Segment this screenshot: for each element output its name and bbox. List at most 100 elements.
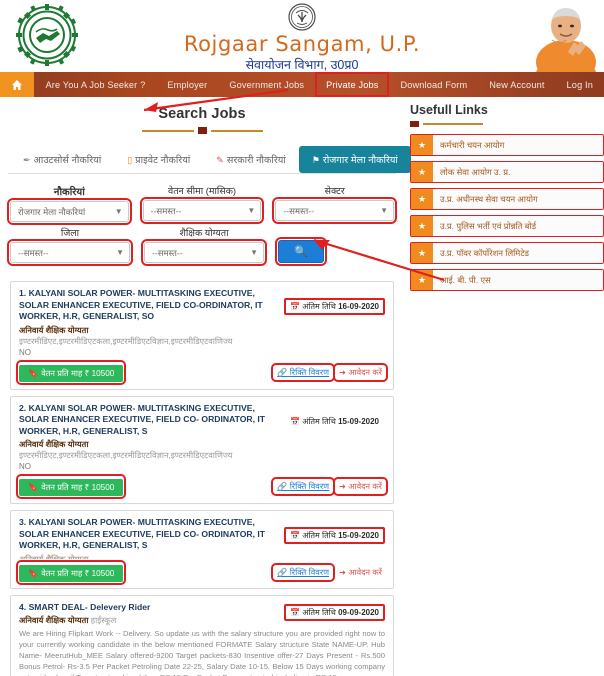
field-education: शैक्षिक योग्यता --समस्त-- ▼	[141, 226, 267, 266]
useful-link-item[interactable]: ★ उ.प्र. पॉवर कॉर्पोरेशन लिमिटेड	[410, 242, 604, 264]
field-jobs-label: नौकरियां	[53, 187, 85, 198]
salary-select[interactable]: --समस्त-- ▼	[139, 197, 265, 224]
nav-item-download-form[interactable]: Download Form	[389, 72, 478, 97]
star-icon: ★	[411, 189, 433, 209]
useful-link-item[interactable]: ★ उ.प्र. अधीनस्थ सेवा चयन आयोग	[410, 188, 604, 210]
salary-badge-wrap: 🔖 वेतन प्रति माह ₹ 10500	[15, 474, 127, 499]
tab-government-label: सरकारी नौकरियां	[226, 155, 286, 166]
page-root: Rojgaar Sangam, U.P. सेवायोजन विभाग, उ0प…	[0, 0, 604, 676]
useful-link-label: लोक सेवा आयोग उ. प्र.	[433, 162, 603, 182]
nav-item-new-account[interactable]: New Account	[478, 72, 555, 97]
detail-link-label: रिक्ति विवरण	[289, 567, 330, 577]
job-card[interactable]: 2. KALYANI SOLAR POWER- MULTITASKING EXE…	[10, 395, 394, 504]
job-title-text: KALYANI SOLAR POWER- MULTITASKING EXECUT…	[19, 402, 266, 436]
apply-link-label: आवेदन करें	[348, 367, 382, 377]
deadline-date: 15-09-2020	[338, 416, 379, 426]
chevron-down-icon: ▼	[380, 205, 389, 215]
job-index: 4.	[19, 601, 27, 612]
chevron-down-icon: ▼	[114, 206, 123, 216]
flag-icon: ⚑	[311, 155, 320, 165]
apply-link-label: आवेदन करें	[348, 567, 382, 577]
salary-label: वेतन प्रति माह	[41, 568, 83, 578]
salary-value: 10500	[91, 483, 115, 492]
nav-item-log-in[interactable]: Log In	[556, 72, 604, 97]
useful-link-label: उ.प्र. अधीनस्थ सेवा चयन आयोग	[433, 189, 603, 209]
deadline-label: अंतिम तिथि	[302, 531, 336, 540]
field-sector-label: सेक्टर	[324, 185, 345, 196]
useful-link-item[interactable]: ★ लोक सेवा आयोग उ. प्र.	[410, 161, 604, 183]
useful-link-label: उ.प्र. पुलिस भर्ती एवं प्रोन्नति बोर्ड	[433, 216, 603, 236]
rupee-tag-icon: 🔖	[28, 368, 39, 378]
nav-item-government-jobs[interactable]: Government Jobs	[218, 72, 315, 97]
deadline-badge: 📅 अंतिम तिथि 16-09-2020	[284, 298, 385, 315]
search-button[interactable]: 🔍	[275, 237, 327, 266]
star-icon: ★	[411, 162, 433, 182]
arrow-icon: ➜	[339, 482, 346, 491]
job-card[interactable]: 1. KALYANI SOLAR POWER- MULTITASKING EXE…	[10, 281, 394, 390]
site-header: Rojgaar Sangam, U.P. सेवायोजन विभाग, उ0प…	[0, 0, 604, 72]
currency-symbol: ₹	[84, 368, 90, 378]
job-note: NO	[19, 462, 31, 471]
district-select[interactable]: --समस्त-- ▼	[7, 239, 133, 266]
tab-outsource-jobs[interactable]: ✒ आउटसोर्स नौकरियां	[10, 146, 114, 173]
salary-value: 10500	[91, 368, 115, 378]
useful-link-item[interactable]: ★ कर्मचारी चयन आयोग	[410, 134, 604, 156]
link-icon: 🔗	[277, 567, 288, 577]
jobs-select[interactable]: रोजगार मेला नौकरियां ▼	[7, 198, 132, 225]
useful-link-item[interactable]: ★ उ.प्र. पुलिस भर्ती एवं प्रोन्नति बोर्ड	[410, 215, 604, 237]
education-select[interactable]: --समस्त-- ▼	[141, 239, 267, 266]
link-icon: 🔗	[277, 482, 288, 491]
star-icon: ★	[411, 270, 433, 290]
vacancy-detail-link[interactable]: 🔗 रिक्ति विवरण	[271, 362, 336, 382]
tab-government-jobs[interactable]: ✎ सरकारी नौकरियां	[203, 146, 299, 173]
sector-select[interactable]: --समस्त-- ▼	[272, 197, 398, 224]
job-card[interactable]: 4. SMART DEAL- Delevery Rider अनिवार्य श…	[10, 594, 394, 676]
star-icon: ★	[411, 243, 433, 263]
rupee-tag-icon: 🔖	[28, 568, 39, 578]
search-icon: 🔍	[294, 246, 308, 258]
apply-link[interactable]: ➜ आवेदन करें	[336, 566, 385, 579]
field-district: जिला --समस्त-- ▼	[7, 226, 133, 266]
deadline-label: अंतिम तिथि	[302, 416, 336, 426]
tab-private-jobs[interactable]: ▯ प्राइवेट नौकरियां	[114, 146, 203, 173]
main-navigation: Are You A Job Seeker ? Employer Governme…	[0, 72, 604, 97]
job-qualification: अनिवार्य शैक्षिक योग्यता इण्टरमीडिएट,इण्…	[19, 325, 385, 347]
salary-label: वेतन प्रति माह	[41, 368, 83, 378]
nav-item-job-seeker[interactable]: Are You A Job Seeker ?	[34, 72, 156, 97]
arrow-icon: ➜	[339, 567, 346, 577]
chevron-down-icon: ▼	[247, 205, 256, 215]
job-results-list: 1. KALYANI SOLAR POWER- MULTITASKING EXE…	[8, 275, 396, 676]
search-button-wrap: 🔍	[275, 226, 327, 266]
vacancy-detail-link[interactable]: 🔗 रिक्ति विवरण	[271, 477, 336, 496]
field-sector: सेक्टर --समस्त-- ▼	[272, 184, 398, 224]
vacancy-detail-link[interactable]: 🔗 रिक्ति विवरण	[271, 562, 336, 582]
apply-link-label: आवेदन करें	[348, 482, 382, 491]
nav-item-employer[interactable]: Employer	[156, 72, 218, 97]
apply-link[interactable]: ➜ आवेदन करें	[333, 477, 388, 496]
deadline-badge: 📅 अंतिम तिथि 15-09-2020	[284, 412, 385, 430]
chevron-down-icon: ▼	[116, 247, 124, 257]
tab-rojgaar-mela-jobs[interactable]: ⚑ रोजगार मेला नौकरियां	[298, 146, 411, 173]
job-card[interactable]: 3. KALYANI SOLAR POWER- MULTITASKING EXE…	[10, 510, 394, 589]
apply-link[interactable]: ➜ आवेदन करें	[333, 362, 388, 382]
job-title-text: KALYANI SOLAR POWER- MULTITASKING EXECUT…	[19, 288, 263, 321]
salary-badge: 🔖 वेतन प्रति माह ₹ 10500	[19, 364, 124, 382]
job-note: NO	[19, 347, 31, 357]
uttar-pradesh-state-emblem-icon	[288, 3, 316, 31]
left-column: Search Jobs ✒ आउटसोर्स नौकरियां ▯ प्राइवेट…	[0, 97, 411, 676]
useful-links-heading: Usefull Links	[410, 103, 488, 117]
useful-link-item[interactable]: ★ आई. बी. पी. एस	[410, 269, 604, 291]
calendar-icon: 📅	[290, 531, 301, 540]
home-icon[interactable]	[0, 72, 35, 97]
building-icon: ▯	[127, 155, 133, 165]
form-row-one: नौकरियां रोजगार मेला नौकरियां ▼ वेतन सीम…	[7, 184, 398, 225]
chief-minister-photo	[522, 0, 600, 72]
field-salary-range: वेतन सीमा (मासिक) --समस्त-- ▼	[139, 184, 265, 224]
nav-item-private-jobs[interactable]: Private Jobs	[315, 72, 390, 97]
chevron-down-icon: ▼	[250, 247, 258, 257]
job-title-text: KALYANI SOLAR POWER- MULTITASKING EXECUT…	[19, 517, 266, 550]
field-jobs: नौकरियां रोजगार मेला नौकरियां ▼	[7, 184, 132, 225]
deadline-date: 09-09-2020	[338, 607, 379, 617]
education-select-value: --समस्त--	[152, 247, 183, 258]
sector-select-value: --समस्त--	[283, 205, 314, 216]
